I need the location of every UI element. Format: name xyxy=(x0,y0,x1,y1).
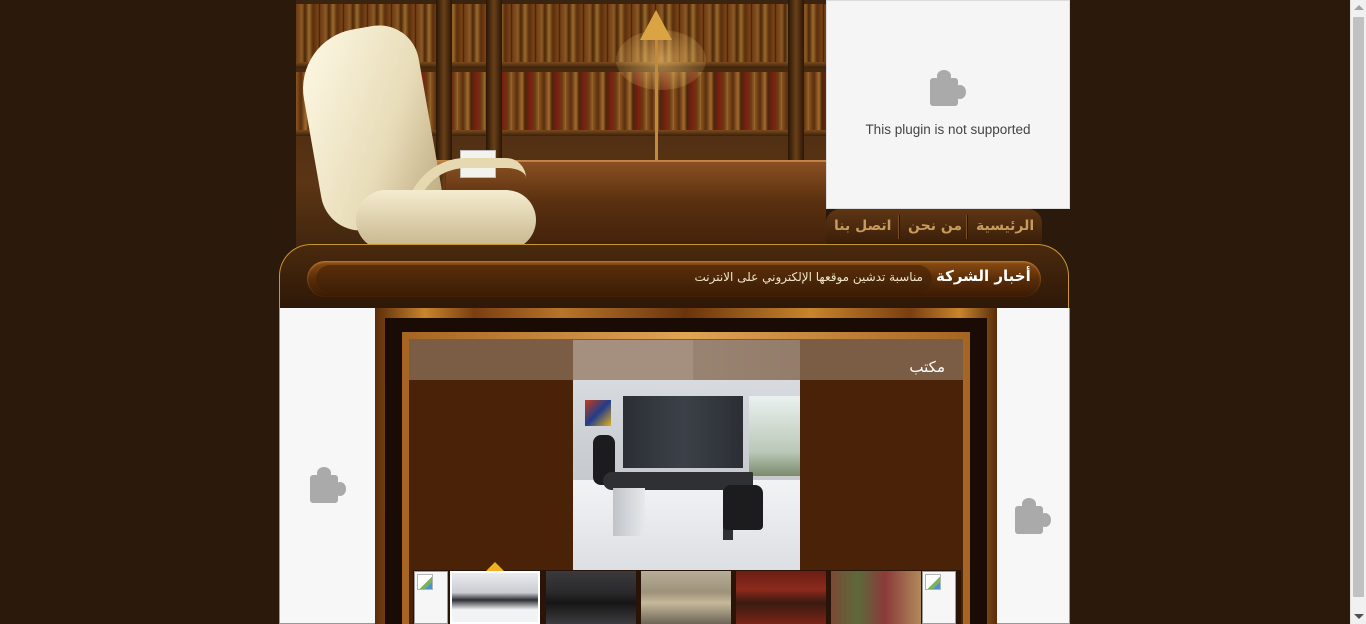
thumb-sofa-set[interactable] xyxy=(546,571,636,624)
vertical-scrollbar[interactable] xyxy=(1350,0,1366,624)
right-panel xyxy=(996,308,1070,624)
main-nav: الرئيسية من نحن اتصل بنا xyxy=(826,209,1042,243)
nav-divider xyxy=(966,215,968,239)
thumb-red-office[interactable] xyxy=(736,571,826,624)
plugin-message: This plugin is not supported xyxy=(865,122,1031,137)
nav-item-about[interactable]: من نحن xyxy=(908,218,962,234)
thumbnail-next-button[interactable] xyxy=(922,571,956,624)
thumbnail-prev-button[interactable] xyxy=(414,571,448,624)
nav-item-home[interactable]: الرئيسية xyxy=(976,218,1034,234)
scroll-up-icon[interactable] xyxy=(1354,5,1364,10)
gallery-caption: مكتب xyxy=(909,358,945,376)
broken-image-icon xyxy=(417,574,433,590)
news-ticker-text[interactable]: مناسبة تدشين موقعها الإلكتروني على الانت… xyxy=(320,270,923,284)
puzzle-piece-icon xyxy=(928,68,968,108)
scroll-down-icon[interactable] xyxy=(1354,614,1364,619)
thumb-meeting-room[interactable] xyxy=(641,571,731,624)
lamp-image xyxy=(640,10,672,40)
news-title: أخبار الشركة xyxy=(936,267,1031,285)
broken-image-icon xyxy=(925,574,941,590)
page: This plugin is not supported الرئيسية من… xyxy=(0,0,1350,624)
header-banner-image xyxy=(296,0,826,262)
nav-divider xyxy=(898,215,900,239)
thumb-office-desk[interactable] xyxy=(450,571,540,624)
puzzle-piece-icon xyxy=(308,465,348,505)
thumb-kids-room[interactable] xyxy=(831,571,921,624)
thumbnail-pointer-icon xyxy=(486,562,504,571)
puzzle-piece-icon xyxy=(1013,496,1053,536)
scroll-thumb[interactable] xyxy=(1353,17,1364,597)
nav-item-contact[interactable]: اتصل بنا xyxy=(834,218,891,234)
